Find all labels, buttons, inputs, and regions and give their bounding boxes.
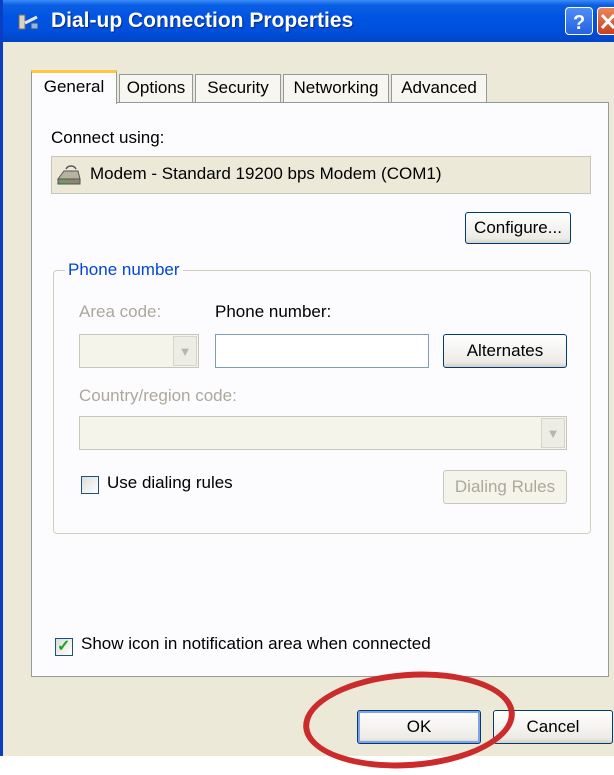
use-dialing-rules-label: Use dialing rules	[107, 473, 233, 492]
dialog-window: Dial-up Connection Properties ? General …	[0, 0, 614, 775]
tab-label: General	[43, 77, 105, 96]
window-title: Dial-up Connection Properties	[51, 9, 354, 32]
tab-security[interactable]: Security	[195, 74, 281, 102]
tab-label: Advanced	[401, 78, 477, 97]
svg-text:?: ?	[573, 12, 585, 34]
tab-networking[interactable]: Networking	[283, 74, 389, 102]
connect-using-label: Connect using:	[51, 128, 165, 147]
dialing-rules-button[interactable]: Dialing Rules	[443, 470, 567, 504]
country-region-combo[interactable]: ▼	[79, 416, 567, 450]
cancel-button[interactable]: Cancel	[493, 710, 613, 744]
question-icon: ?	[573, 12, 585, 34]
phone-number-group-title: Phone number	[65, 260, 183, 280]
checkmark-icon: ✓	[57, 638, 71, 655]
title-bar[interactable]: Dial-up Connection Properties ?	[3, 0, 614, 42]
tab-advanced[interactable]: Advanced	[391, 74, 487, 102]
chevron-down-icon[interactable]: ▼	[541, 418, 565, 448]
configure-button[interactable]: Configure...	[465, 212, 571, 244]
modem-list[interactable]: Modem - Standard 19200 bps Modem (COM1)	[51, 156, 591, 194]
area-code-combo[interactable]: ▼	[79, 334, 199, 368]
use-dialing-rules-checkbox[interactable]	[81, 476, 99, 494]
tab-general[interactable]: General	[31, 70, 117, 104]
dialup-connection-icon	[17, 11, 39, 31]
modem-icon	[56, 165, 82, 187]
modem-name: Modem - Standard 19200 bps Modem (COM1)	[90, 164, 442, 183]
tab-label: Security	[207, 78, 269, 97]
close-button[interactable]	[597, 7, 614, 35]
ok-button[interactable]: OK	[357, 710, 481, 744]
help-button[interactable]: ?	[565, 7, 593, 35]
show-icon-label: Show icon in notification area when conn…	[81, 634, 431, 653]
tab-label: Networking	[293, 78, 379, 97]
tab-options[interactable]: Options	[119, 74, 193, 102]
phone-number-input[interactable]	[215, 334, 429, 368]
close-icon	[600, 13, 614, 30]
phone-number-label: Phone number:	[215, 302, 332, 321]
country-region-label: Country/region code:	[79, 386, 237, 405]
show-icon-checkbox[interactable]: ✓	[55, 638, 73, 656]
tab-label: Options	[126, 78, 186, 97]
chevron-down-icon[interactable]: ▼	[173, 336, 197, 366]
area-code-label: Area code:	[79, 302, 162, 321]
alternates-button[interactable]: Alternates	[443, 334, 567, 368]
